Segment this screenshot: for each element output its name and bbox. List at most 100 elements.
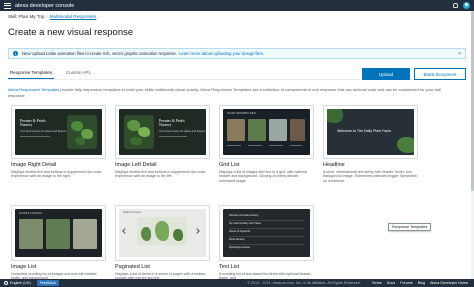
template-thumbnail: Peonies & Petals Nursery Your local nurs… (15, 109, 102, 155)
thumbnail-heading-line: Nursery (20, 123, 33, 128)
copyright-text: © 2010 - 2021, Amazon.com, Inc. or its a… (247, 281, 361, 285)
leaf-shape (138, 127, 150, 137)
template-card-headline[interactable]: Welcome to The Daily Plant Facts Headlin… (323, 105, 418, 183)
close-icon[interactable]: × (458, 51, 461, 57)
template-name: Grid List (219, 162, 240, 168)
grid-tile-image (290, 119, 305, 141)
upload-button[interactable]: Upload (362, 68, 410, 80)
leaf-shape (141, 227, 151, 241)
info-banner: i New Upload Lottie animation files to c… (8, 48, 466, 59)
list-image-tile (73, 219, 97, 249)
template-card-image-list[interactable]: PLANTS & PETALS Image List Horizontal sc… (11, 205, 106, 281)
feedback-label: Feedback (39, 281, 56, 285)
plant-image (67, 115, 97, 149)
tab-response-templates[interactable]: Response Templates (8, 68, 54, 79)
page-title: Create a new visual response (8, 27, 134, 38)
feedback-button[interactable]: Feedback (36, 280, 59, 286)
template-card-grid-list[interactable]: PLANT GROWING INFO Grid List Displays a … (219, 105, 314, 183)
leaf-shape (327, 109, 343, 123)
template-name: Text List (219, 264, 240, 270)
chevron-right-icon (194, 228, 200, 234)
console-brand[interactable]: alexa developer console (15, 3, 74, 9)
footer-link-forums[interactable]: Forums (400, 281, 413, 285)
grid-tile-image (269, 119, 287, 141)
footer-link-terms[interactable]: Terms (372, 281, 382, 285)
account-avatar-icon[interactable] (463, 2, 470, 9)
top-navigation-bar: alexa developer console (0, 0, 474, 11)
thumbnail-heading: Welcome to The Daily Plant Facts (337, 129, 391, 133)
topbar-actions (453, 2, 470, 9)
page-footer: English (US) Feedback © 2010 - 2021, Ama… (0, 279, 474, 287)
thumbnail-text-line (159, 136, 187, 137)
breadcrumb-skill[interactable]: Skill: Plan My Trip (8, 14, 45, 19)
text-list-item: House of Hyacinth (229, 230, 251, 233)
text-list-item: Ivy Lane Nursery and Trees (229, 222, 261, 225)
thumbnail-text-line (20, 136, 50, 137)
language-selector[interactable]: English (US) (10, 281, 31, 285)
leaf-shape (71, 121, 83, 131)
template-card-image-right-detail[interactable]: Peonies & Petals Nursery Your local nurs… (11, 105, 106, 179)
globe-icon (4, 281, 8, 285)
tab-custom-apl[interactable]: Custom APL (64, 68, 93, 79)
list-image-tile (19, 219, 43, 249)
leaf-shape (75, 137, 85, 145)
template-card-image-left-detail[interactable]: Peonies & Petals Nursery Your local nurs… (115, 105, 210, 179)
template-description: Displays limited text and buttons to sup… (115, 170, 206, 179)
text-list-divider (229, 220, 305, 221)
thumbnail-caption: PLANTS & PETALS (19, 212, 43, 215)
thumbnail-text-line (248, 145, 262, 146)
template-tabs: Response Templates Custom APL (8, 68, 93, 79)
blank-document-button[interactable]: Blank Document (414, 68, 466, 80)
leaf-shape (130, 137, 142, 145)
text-list-item: Peonies & Petals Nursery (229, 214, 259, 217)
leaf-shape (173, 229, 183, 241)
banner-learn-more-link[interactable]: Learn more about uploading your design f… (179, 51, 264, 56)
leaf-shape (155, 221, 169, 241)
thumbnail-caption: Your local nursery for plants and flower… (20, 130, 67, 133)
template-thumbnail-frame: Peonies & Petals Nursery Ivy Lane Nurser… (219, 205, 314, 261)
thumbnail-text-line (269, 145, 283, 146)
template-name: Image Right Detail (11, 162, 57, 168)
template-name: Paginated List (115, 264, 150, 270)
developer-console-page: alexa developer console Skill: Plan My T… (0, 0, 474, 287)
footer-link-blog[interactable]: Blog (418, 281, 425, 285)
thumbnail-caption: Daily Fun Facts (123, 211, 142, 214)
template-thumbnail-frame: PLANTS & PETALS (11, 205, 106, 261)
notification-bell-icon[interactable] (453, 3, 458, 8)
grid-tile-image (227, 119, 245, 141)
response-templates-tooltip: Response Templates (388, 223, 432, 231)
template-thumbnail: Peonies & Petals Nursery Ivy Lane Nurser… (223, 209, 310, 257)
page-image (137, 217, 187, 245)
hamburger-menu-icon[interactable] (4, 2, 11, 9)
breadcrumb: Skill: Plan My Trip / Multimodal Responses (8, 14, 96, 19)
footer-link-developer-home[interactable]: Alexa Developer Home (430, 281, 468, 285)
template-description: Displays a list of images and text in a … (219, 170, 308, 183)
text-list-divider (229, 236, 305, 237)
template-card-text-list[interactable]: Peonies & Petals Nursery Ivy Lane Nurser… (219, 205, 314, 281)
breadcrumb-current[interactable]: Multimodal Responses (50, 14, 96, 19)
footer-link-docs[interactable]: Docs (387, 281, 395, 285)
template-card-paginated-list[interactable]: Daily Fun Facts Paginated List Displays … (115, 205, 210, 281)
responsive-templates-link[interactable]: Alexa Responsive Templates (8, 87, 59, 92)
thumbnail-heading: Peonies & Petals Nursery (159, 119, 185, 128)
text-list-divider (229, 228, 305, 229)
templates-description: Alexa Responsive Templates provide fully… (8, 87, 458, 98)
thumbnail-caption: PLANT GROWING INFO (227, 112, 256, 115)
chevron-left-icon (122, 228, 128, 234)
info-icon: i (13, 51, 18, 56)
template-thumbnail: Peonies & Petals Nursery Your local nurs… (119, 109, 206, 155)
banner-text: New Upload Lottie animation files to cre… (22, 51, 178, 56)
plant-image (124, 115, 154, 149)
template-thumbnail: PLANTS & PETALS (15, 209, 102, 257)
thumbnail-heading: Peonies & Petals Nursery (20, 119, 46, 128)
thumbnail-text-line (290, 145, 302, 146)
template-thumbnail-frame: Peonies & Petals Nursery Your local nurs… (11, 105, 106, 159)
thumbnail-text-line (227, 145, 241, 146)
template-description: Displays limited text and buttons to sup… (11, 170, 102, 179)
template-name: Image List (11, 264, 37, 270)
text-list-divider (229, 244, 305, 245)
template-thumbnail: Welcome to The Daily Plant Facts (327, 109, 414, 155)
text-list-item: Hydrangea House (229, 246, 250, 249)
template-thumbnail-frame: Welcome to The Daily Plant Facts (323, 105, 418, 159)
template-thumbnail-frame: PLANT GROWING INFO (219, 105, 314, 159)
